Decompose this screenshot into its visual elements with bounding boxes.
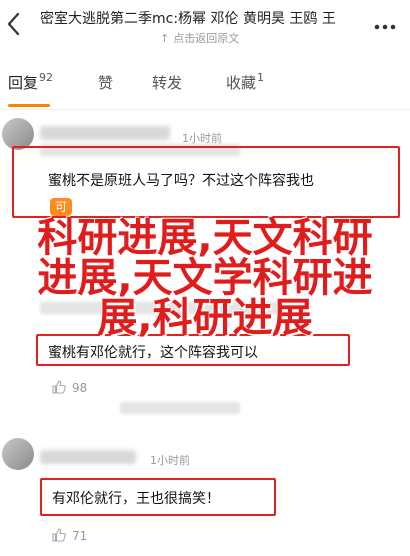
active-tab-indicator [8,104,50,107]
comment-text-tail: 可 [50,198,72,216]
overlay-line-1: 科研进展,天文科研 [37,215,373,261]
overlay-watermark-text: 科研进展,天文科研 进展,天文学科研进 展,科研进展 [0,218,410,338]
thumb-up-icon [52,380,66,394]
thumb-up-icon [52,528,66,542]
tab-reply-label: 回复 [8,74,39,92]
up-arrow-icon: ↑ [160,32,170,45]
app-header: 密室大逃脱第二季mc:杨幂 邓伦 黄明昊 王鸥 王 ↑ 点击返回原文 [0,0,410,52]
avatar[interactable] [2,438,34,470]
like-count: 98 [72,381,88,395]
blurred-content [120,402,240,414]
page-title: 密室大逃脱第二季mc:杨幂 邓伦 黄明昊 王鸥 王 [40,11,336,27]
username-blurred[interactable] [40,126,170,140]
back-chevron-icon[interactable] [6,12,30,38]
comment-text: 有邓伦就行，王也很搞笑！ [52,491,220,507]
username-blurred[interactable] [40,450,136,464]
overlay-line-2: 进展,天文学科研进 [37,255,373,301]
tab-favorite-label: 收藏 [226,74,257,92]
tab-reply-count: 92 [39,71,54,84]
tab-repost[interactable]: 转发 [152,72,182,93]
tab-bar: 回复92 赞 转发 收藏1 [0,58,410,110]
tab-favorite[interactable]: 收藏1 [226,71,265,93]
like-button[interactable]: 98 [52,380,87,395]
more-dots-icon[interactable] [374,14,396,35]
comment-text: 蜜桃不是原班人马了吗？不过这个阵容我也 [48,173,314,189]
tab-like[interactable]: 赞 [98,72,113,93]
like-count: 71 [72,529,88,543]
comment-time: 1小时前 [150,454,190,467]
comment-text: 蜜桃有邓伦就行，这个阵容我可以 [48,345,258,361]
overlay-line-3: 展,科研进展 [97,295,313,341]
tab-favorite-count: 1 [257,71,265,84]
tab-reply[interactable]: 回复92 [8,71,54,93]
return-to-original-link[interactable]: ↑ 点击返回原文 [160,30,239,46]
like-button[interactable]: 71 [52,528,87,543]
return-link-label: 点击返回原文 [173,32,240,45]
